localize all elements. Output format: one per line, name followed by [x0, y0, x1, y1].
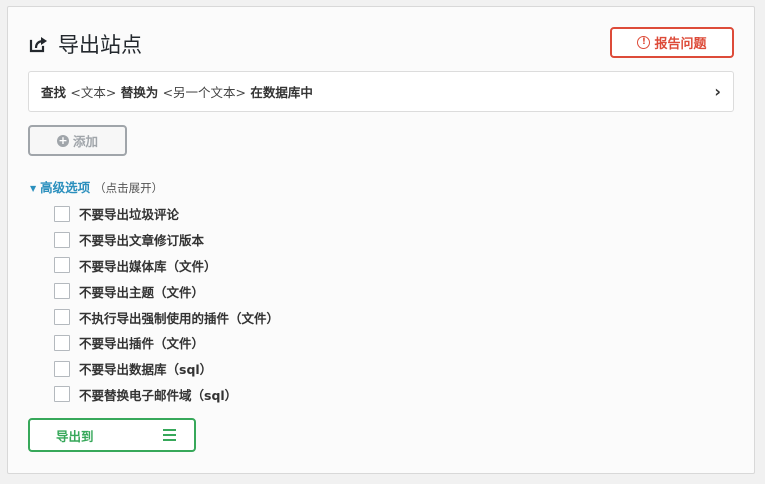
option-no-must-use-plugins: 不执行导出强制使用的插件（文件） [54, 304, 279, 330]
option-label: 不要导出媒体库（文件） [79, 258, 217, 274]
checkbox-no-media-library[interactable] [54, 257, 70, 274]
option-no-email-domain-replace: 不要替换电子邮件域（sql） [54, 382, 279, 408]
option-no-database: 不要导出数据库（sql） [54, 356, 279, 382]
option-label: 不要导出垃圾评论 [79, 207, 180, 223]
find-replace-text: 查找 <文本> 替换为 <另一个文本> 在数据库中 [41, 82, 714, 101]
report-problem-button[interactable]: ! 报告问题 [610, 27, 734, 58]
option-no-plugins: 不要导出插件（文件） [54, 330, 279, 356]
triangle-down-icon: ▼ [30, 184, 37, 193]
find-replace-toggle[interactable]: 查找 <文本> 替换为 <另一个文本> 在数据库中 › [28, 71, 734, 112]
exclamation-circle-icon: ! [637, 36, 651, 49]
export-to-button[interactable]: 导出到 [28, 418, 196, 452]
checkbox-no-must-use-plugins[interactable] [54, 309, 70, 326]
find-tag: <文本> [70, 85, 117, 100]
option-no-media-library: 不要导出媒体库（文件） [54, 253, 279, 279]
checkbox-no-themes[interactable] [54, 283, 70, 300]
option-no-spam-comments: 不要导出垃圾评论 [54, 201, 279, 227]
share-export-icon [28, 33, 50, 55]
plus-circle-icon: + [56, 134, 69, 147]
option-label: 不要导出文章修订版本 [79, 233, 205, 249]
option-label: 不要替换电子邮件域（sql） [79, 387, 238, 403]
advanced-options-label: 高级选项 [40, 180, 91, 195]
export-to-label: 导出到 [56, 428, 94, 444]
in-database-label: 在数据库中 [250, 85, 313, 100]
page-header: 导出站点 [28, 29, 142, 59]
advanced-options-list: 不要导出垃圾评论 不要导出文章修订版本 不要导出媒体库（文件） 不要导出主题（文… [54, 201, 279, 407]
report-problem-label: 报告问题 [654, 37, 707, 52]
chevron-right-icon: › [714, 82, 721, 101]
add-label: 添加 [72, 134, 98, 149]
checkbox-no-plugins[interactable] [54, 334, 70, 351]
option-label: 不执行导出强制使用的插件（文件） [79, 310, 280, 326]
checkbox-no-email-domain-replace[interactable] [54, 386, 70, 403]
option-label: 不要导出数据库（sql） [79, 362, 213, 378]
replace-with-label: 替换为 [120, 85, 159, 100]
advanced-options-hint: （点击展开） [94, 181, 164, 195]
option-label: 不要导出主题（文件） [79, 284, 205, 300]
hamburger-menu-icon [163, 429, 176, 441]
checkbox-no-post-revisions[interactable] [54, 231, 70, 248]
checkbox-no-spam-comments[interactable] [54, 205, 70, 222]
page-title: 导出站点 [58, 33, 142, 57]
replace-tag: <另一个文本> [162, 85, 247, 100]
find-label: 查找 [41, 85, 67, 100]
checkbox-no-database[interactable] [54, 360, 70, 377]
add-button[interactable]: + 添加 [28, 125, 127, 156]
export-site-panel: 导出站点 ! 报告问题 查找 <文本> 替换为 <另一个文本> 在数据库中 › … [7, 6, 755, 474]
advanced-options-toggle[interactable]: ▼ 高级选项 （点击展开） [30, 177, 163, 196]
option-no-post-revisions: 不要导出文章修订版本 [54, 227, 279, 253]
option-no-themes: 不要导出主题（文件） [54, 278, 279, 304]
option-label: 不要导出插件（文件） [79, 336, 205, 352]
